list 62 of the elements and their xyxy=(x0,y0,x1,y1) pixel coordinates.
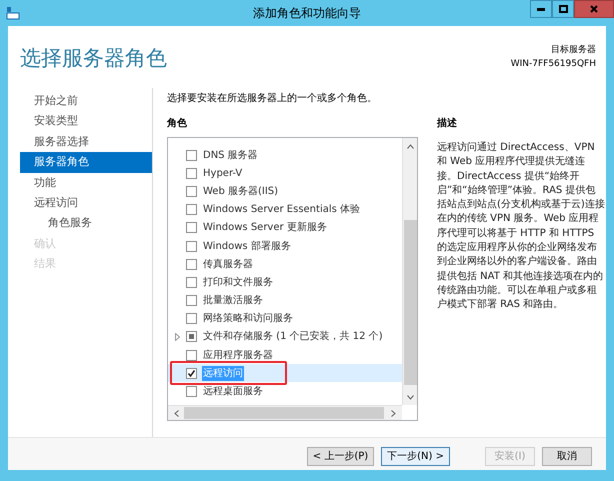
vertical-scrollbar[interactable] xyxy=(402,138,417,405)
wizard-button[interactable]: 下一步(N) > xyxy=(381,447,450,466)
checkbox[interactable] xyxy=(186,204,197,216)
checkbox[interactable] xyxy=(186,222,197,234)
roles-heading: 角色 xyxy=(167,116,188,131)
close-icon xyxy=(590,5,598,13)
checkbox[interactable] xyxy=(186,168,197,179)
role-label: Windows 部署服务 xyxy=(202,240,292,254)
target-server-name: WIN-7FF56195QFH xyxy=(510,58,596,70)
checkbox[interactable] xyxy=(186,186,197,197)
role-label: 批量激活服务 xyxy=(202,294,264,308)
checkbox[interactable] xyxy=(186,313,197,324)
checkbox[interactable] xyxy=(186,295,197,306)
checkbox[interactable] xyxy=(186,331,197,342)
scrollbar-thumb[interactable] xyxy=(404,220,417,385)
role-label: Windows Server 更新服务 xyxy=(202,220,328,236)
step-item[interactable]: 功能 xyxy=(20,172,152,193)
step-item[interactable]: 角色服务 xyxy=(20,213,152,234)
app-icon xyxy=(6,6,20,20)
maximize-button[interactable] xyxy=(552,0,574,18)
step-item[interactable]: 服务器角色 xyxy=(20,152,152,173)
checkbox[interactable] xyxy=(186,150,197,161)
checkbox[interactable] xyxy=(186,350,197,361)
checkbox[interactable] xyxy=(186,276,197,288)
role-label: Web 服务器(IIS) xyxy=(202,184,280,199)
maximize-icon xyxy=(558,5,568,13)
scroll-up-icon[interactable] xyxy=(407,144,414,149)
window-title: 添加角色和功能向导 xyxy=(252,5,362,22)
role-label: 远程桌面服务 xyxy=(202,384,264,400)
minimize-icon xyxy=(537,8,545,10)
checkbox[interactable] xyxy=(186,368,197,379)
wizard-button[interactable]: 取消 xyxy=(542,447,592,466)
scroll-down-icon[interactable] xyxy=(407,395,414,400)
role-label: 传真服务器 xyxy=(202,258,254,272)
expand-icon[interactable] xyxy=(174,332,180,341)
scroll-left-icon[interactable] xyxy=(174,410,179,417)
description-heading: 描述 xyxy=(437,116,458,131)
scrollbar-thumb[interactable] xyxy=(184,407,384,419)
horizontal-scrollbar[interactable] xyxy=(168,405,402,420)
role-label: 远程访问 xyxy=(202,366,244,381)
minimize-button[interactable] xyxy=(530,0,552,18)
step-item[interactable]: 开始之前 xyxy=(20,91,152,112)
scroll-right-icon[interactable] xyxy=(391,410,396,417)
role-label: 网络策略和访问服务 xyxy=(202,312,294,326)
role-label: Hyper-V xyxy=(202,166,244,181)
wizard-button[interactable]: < 上一步(P) xyxy=(306,447,374,466)
close-button[interactable] xyxy=(574,0,614,18)
step-item[interactable]: 安装类型 xyxy=(20,111,152,132)
role-label: 应用程序服务器 xyxy=(202,348,274,363)
role-label: DNS 服务器 xyxy=(202,148,259,163)
role-label: 文件和存储服务 (1 个已安装，共 12 个) xyxy=(202,330,384,344)
target-server-label: 目标服务器 xyxy=(551,44,596,57)
page-title: 选择服务器角色 xyxy=(20,45,167,72)
role-label: 打印和文件服务 xyxy=(202,276,274,290)
checkbox[interactable] xyxy=(186,386,197,398)
checkbox[interactable] xyxy=(186,258,197,270)
description-text: 远程访问通过 DirectAccess、VPN 和 Web 应用程序代理提供无缝连接。DirectAccess 提供“始终开启”和“始终管理”体验。RAS 提供包括站点到站点(分支机构或基于云)连接在内的传统 VPN 服务。Web 应用程序代理可以将基于 HTTP 和 HTTPS 的选定应用程序从你的企业网络发布到企业网络以外的客户端设备。路由提供包括 NAT 和其他连接选项在内的传统路由功能。可以在单租户或多租户模式下部署 RAS 和路由。 xyxy=(437,141,605,312)
role-label: Windows Server Essentials 体验 xyxy=(202,203,362,218)
step-item[interactable]: 服务器选择 xyxy=(20,132,152,152)
step-item[interactable]: 远程访问 xyxy=(20,192,152,214)
instruction-text: 选择要安装在所选服务器上的一个或多个角色。 xyxy=(167,92,378,106)
checkbox[interactable] xyxy=(186,240,197,252)
